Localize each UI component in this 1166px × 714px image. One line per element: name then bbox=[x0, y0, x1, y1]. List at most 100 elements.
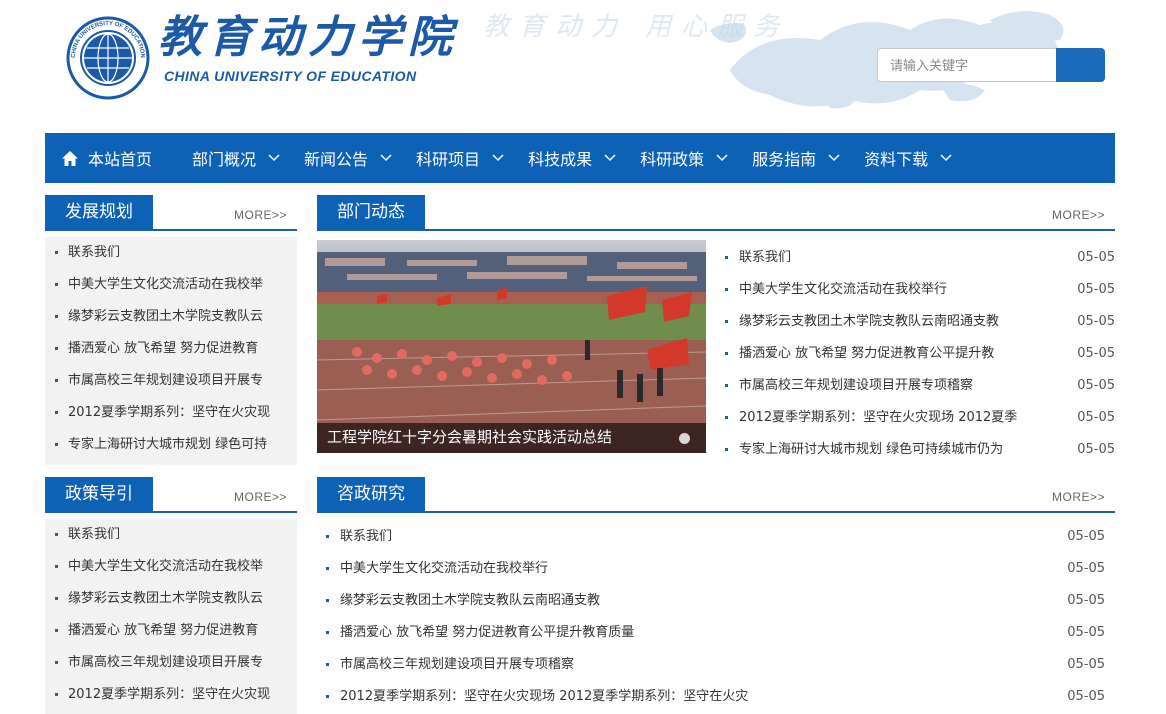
list-item[interactable]: 中美大学生文化交流活动在我校举 bbox=[45, 551, 297, 583]
search-input[interactable] bbox=[877, 48, 1057, 82]
list-item[interactable]: 中美大学生文化交流活动在我校举 bbox=[45, 269, 297, 301]
chevron-down-icon bbox=[604, 154, 616, 162]
nav-downloads[interactable]: 资料下载 bbox=[864, 133, 952, 183]
news-date: 05-05 bbox=[1067, 529, 1105, 544]
site-title: 教育动力学院 bbox=[158, 12, 458, 63]
news-date: 05-05 bbox=[1067, 593, 1105, 608]
news-title: 缘梦彩云支教团土木学院支教队云南昭通支教 bbox=[340, 593, 601, 608]
list-item-text: 市属高校三年规划建设项目开展专 bbox=[68, 373, 264, 388]
bullet bbox=[725, 288, 728, 291]
nav-research-projects[interactable]: 科研项目 bbox=[416, 133, 504, 183]
news-item[interactable]: 市属高校三年规划建设项目开展专项稽察 05-05 bbox=[725, 370, 1115, 402]
consult-panel-header: 咨政研究 MORE>> bbox=[317, 477, 1115, 513]
news-title: 播洒爱心 放飞希望 努力促进教育公平提升教育质量 bbox=[340, 625, 635, 640]
development-list: 联系我们 中美大学生文化交流活动在我校举 缘梦彩云支教团土木学院支教队云 播洒爱… bbox=[45, 237, 297, 465]
news-title: 中美大学生文化交流活动在我校举行 bbox=[739, 282, 948, 297]
list-item-text: 联系我们 bbox=[68, 245, 121, 260]
news-item[interactable]: 联系我们 05-05 bbox=[725, 242, 1115, 274]
bullet bbox=[326, 695, 329, 698]
nav-service-guide[interactable]: 服务指南 bbox=[752, 133, 840, 183]
news-item[interactable]: 市属高校三年规划建设项目开展专项稽察 05-05 bbox=[326, 649, 1105, 681]
news-item[interactable]: 缘梦彩云支教团土木学院支教队云南昭通支教 05-05 bbox=[725, 306, 1115, 338]
news-title: 联系我们 bbox=[340, 529, 393, 544]
list-item-text: 市属高校三年规划建设项目开展专 bbox=[68, 655, 264, 670]
chevron-down-icon bbox=[828, 154, 840, 162]
list-item-text: 缘梦彩云支教团土木学院支教队云 bbox=[68, 591, 264, 606]
news-title: 2012夏季学期系列：坚守在火灾现场 2012夏季学期系列：坚守在火灾 bbox=[340, 689, 749, 704]
nav-achievements[interactable]: 科技成果 bbox=[528, 133, 616, 183]
list-item-text: 播洒爱心 放飞希望 努力促进教育 bbox=[68, 341, 259, 356]
bullet bbox=[55, 693, 58, 696]
news-item[interactable]: 中美大学生文化交流活动在我校举行 05-05 bbox=[326, 553, 1105, 585]
news-item[interactable]: 播洒爱心 放飞希望 努力促进教育公平提升教 05-05 bbox=[725, 338, 1115, 370]
nav-research-policy[interactable]: 科研政策 bbox=[640, 133, 728, 183]
nav-label: 科研政策 bbox=[640, 152, 705, 169]
more-link[interactable]: MORE>> bbox=[234, 490, 287, 504]
chevron-down-icon bbox=[716, 154, 728, 162]
news-title: 专家上海研讨大城市规划 绿色可持续城市仍为 bbox=[739, 442, 1004, 457]
panel-title: 部门动态 bbox=[317, 195, 425, 229]
list-item[interactable]: 联系我们 bbox=[45, 519, 297, 551]
more-link[interactable]: MORE>> bbox=[1052, 490, 1105, 504]
list-item-text: 联系我们 bbox=[68, 527, 121, 542]
news-date: 05-05 bbox=[1077, 442, 1115, 457]
news-date: 05-05 bbox=[1077, 410, 1115, 425]
list-item[interactable]: 市属高校三年规划建设项目开展专 bbox=[45, 365, 297, 397]
list-item[interactable]: 2012夏季学期系列：坚守在火灾现 bbox=[45, 397, 297, 429]
chevron-down-icon bbox=[268, 154, 280, 162]
panel-title: 政策导引 bbox=[45, 477, 153, 511]
list-item[interactable]: 播洒爱心 放飞希望 努力促进教育 bbox=[45, 333, 297, 365]
slide-indicator-dot[interactable] bbox=[679, 433, 690, 444]
news-item[interactable]: 播洒爱心 放飞希望 努力促进教育公平提升教育质量 05-05 bbox=[326, 617, 1105, 649]
news-title: 缘梦彩云支教团土木学院支教队云南昭通支教 bbox=[739, 314, 1000, 329]
news-item[interactable]: 缘梦彩云支教团土木学院支教队云南昭通支教 05-05 bbox=[326, 585, 1105, 617]
nav-news[interactable]: 新闻公告 bbox=[304, 133, 392, 183]
news-title: 市属高校三年规划建设项目开展专项稽察 bbox=[340, 657, 575, 672]
search-button[interactable] bbox=[1056, 48, 1105, 82]
list-item[interactable]: 联系我们 bbox=[45, 237, 297, 269]
bullet bbox=[55, 379, 58, 382]
bullet bbox=[326, 663, 329, 666]
list-item[interactable]: 播洒爱心 放飞希望 努力促进教育 bbox=[45, 615, 297, 647]
list-item[interactable]: 市属高校三年规划建设项目开展专 bbox=[45, 647, 297, 679]
nav-dept-overview[interactable]: 部门概况 bbox=[192, 133, 280, 183]
news-item[interactable]: 专家上海研讨大城市规划 绿色可持续城市仍为 05-05 bbox=[725, 434, 1115, 466]
news-date: 05-05 bbox=[1067, 625, 1105, 640]
more-link[interactable]: MORE>> bbox=[1052, 208, 1105, 222]
consult-list: 联系我们 05-05 中美大学生文化交流活动在我校举行 05-05 缘梦彩云支教团土… bbox=[326, 521, 1105, 713]
policy-panel-header: 政策导引 MORE>> bbox=[45, 477, 297, 513]
list-item-text: 中美大学生文化交流活动在我校举 bbox=[68, 277, 264, 292]
list-item[interactable]: 缘梦彩云支教团土木学院支教队云 bbox=[45, 301, 297, 333]
nav-home[interactable]: 本站首页 bbox=[61, 133, 152, 183]
list-item-text: 播洒爱心 放飞希望 努力促进教育 bbox=[68, 623, 259, 638]
list-item[interactable]: 专家上海研讨大城市规划 绿色可持 bbox=[45, 429, 297, 461]
news-item[interactable]: 2012夏季学期系列：坚守在火灾现场 2012夏季学期系列：坚守在火灾 05-05 bbox=[326, 681, 1105, 713]
news-item[interactable]: 中美大学生文化交流活动在我校举行 05-05 bbox=[725, 274, 1115, 306]
panel-title: 发展规划 bbox=[45, 195, 153, 229]
news-title: 联系我们 bbox=[739, 250, 792, 265]
news-date: 05-05 bbox=[1077, 282, 1115, 297]
list-item[interactable]: 2012夏季学期系列：坚守在火灾现 bbox=[45, 679, 297, 711]
list-item[interactable]: 缘梦彩云支教团土木学院支教队云 bbox=[45, 583, 297, 615]
nav-label: 新闻公告 bbox=[304, 152, 369, 169]
more-link[interactable]: MORE>> bbox=[234, 208, 287, 222]
chevron-down-icon bbox=[492, 154, 504, 162]
bullet bbox=[55, 411, 58, 414]
dept-news-list: 联系我们 05-05 中美大学生文化交流活动在我校举行 05-05 缘梦彩云支教团土… bbox=[725, 242, 1115, 466]
news-date: 05-05 bbox=[1077, 346, 1115, 361]
main-nav: 本站首页 部门概况 新闻公告 科研项目 科技成果 科研政策 服务指南 资料下载 bbox=[45, 133, 1115, 183]
nav-label: 服务指南 bbox=[752, 152, 817, 169]
bullet bbox=[725, 320, 728, 323]
news-item[interactable]: 2012夏季学期系列：坚守在火灾现场 2012夏季 05-05 bbox=[725, 402, 1115, 434]
bullet bbox=[326, 599, 329, 602]
bullet bbox=[55, 251, 58, 254]
news-date: 05-05 bbox=[1067, 657, 1105, 672]
news-item[interactable]: 联系我们 05-05 bbox=[326, 521, 1105, 553]
list-item-text: 专家上海研讨大城市规划 绿色可持 bbox=[68, 437, 268, 452]
news-date: 05-05 bbox=[1077, 250, 1115, 265]
header-watermark: 教育动力 用心服务 bbox=[483, 12, 790, 42]
site-header: 教育动力 用心服务 CHINA UNIVERSITY OF EDUCATION … bbox=[0, 0, 1166, 120]
bullet bbox=[725, 384, 728, 387]
featured-news-photo[interactable]: 工程学院红十字分会暑期社会实践活动总结 bbox=[317, 240, 706, 453]
news-title: 播洒爱心 放飞希望 努力促进教育公平提升教 bbox=[739, 346, 995, 361]
